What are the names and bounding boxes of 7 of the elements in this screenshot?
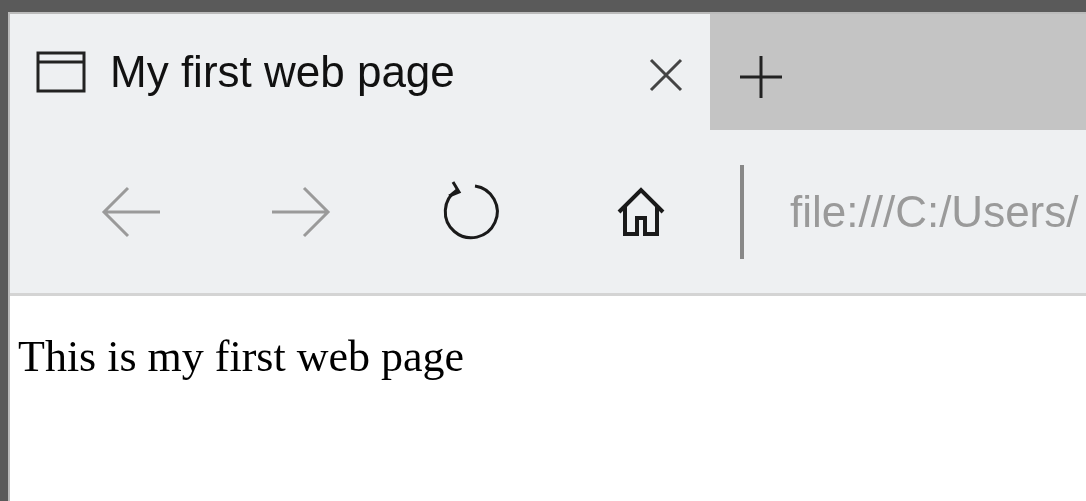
page-icon [36,51,86,93]
page-text: This is my first web page [18,331,466,383]
browser-tab[interactable]: My first web page [10,14,710,130]
plus-icon [738,54,784,101]
close-icon [648,57,684,94]
tab-title: My first web page [110,46,456,98]
home-icon [615,185,667,238]
